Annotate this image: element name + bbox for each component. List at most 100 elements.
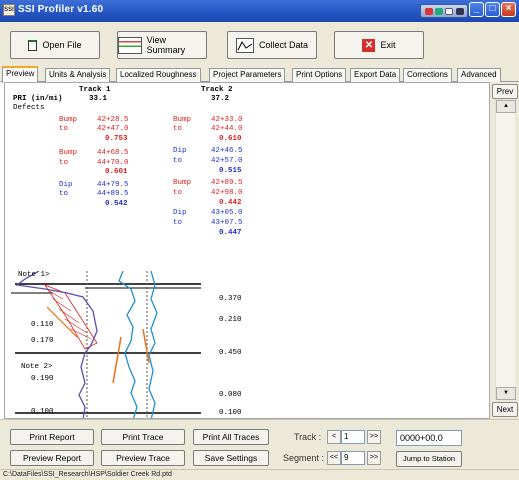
title-bar: SSI SSI Profiler v1.60 _ □ × (0, 0, 519, 22)
minimize-button[interactable]: _ (469, 2, 484, 17)
window-title: SSI Profiler v1.60 (18, 4, 104, 15)
t2-defect-1-from: 42+33.0 (211, 116, 243, 124)
track-prev-button[interactable]: < (327, 430, 341, 444)
t1-defect-2-to-label: to (59, 159, 69, 167)
track2-header: Track 2 (201, 86, 233, 94)
next-button[interactable]: Next (492, 402, 518, 417)
prev-button[interactable]: Prev (492, 84, 518, 99)
exit-button[interactable]: ✕ Exit (334, 31, 424, 59)
tab-print-options[interactable]: Print Options (292, 68, 347, 82)
t2-defect-2-to-label: to (173, 157, 183, 165)
t2-defect-4-from: 43+05.0 (211, 209, 243, 217)
t2-defect-4-to: 43+07.5 (211, 219, 243, 227)
tab-advanced[interactable]: Advanced (457, 68, 501, 82)
tray-green-icon (435, 8, 443, 15)
t1-defect-2-from: 44+68.5 (97, 149, 129, 157)
tab-localized-roughness[interactable]: Localized Roughness (116, 68, 201, 82)
t1-defect-3-to-label: to (59, 190, 69, 198)
track-input[interactable]: 1 (341, 430, 365, 444)
segment-next-button[interactable]: >> (367, 451, 381, 465)
jump-to-station-button[interactable]: Jump to Station (396, 451, 462, 467)
tab-corrections[interactable]: Corrections (403, 68, 452, 82)
t2-defect-3-type: Bump (173, 179, 192, 187)
scroll-up-arrow-icon[interactable]: ▲ (496, 100, 516, 113)
report-preview: Track 1 Track 2 PRI (in/mi) 33.1 37.2 De… (4, 82, 490, 419)
track2-profile-line-b (148, 271, 158, 418)
t1-defect-2-to: 44+70.0 (97, 159, 129, 167)
save-settings-button[interactable]: Save Settings (193, 450, 269, 466)
app-icon: SSI (3, 4, 15, 16)
open-file-button[interactable]: Open File (10, 31, 100, 59)
t2-defect-4-value: 0.447 (219, 229, 242, 237)
t2-defect-2-value: 0.515 (219, 167, 242, 175)
open-file-label: Open File (42, 40, 82, 50)
t2-defect-2-to: 42+57.0 (211, 157, 243, 165)
tray-dark-icon (456, 8, 464, 15)
print-all-traces-button[interactable]: Print All Traces (193, 429, 269, 445)
t2-defect-3-value: 0.442 (219, 199, 242, 207)
tab-units-analysis[interactable]: Units & Analysis (45, 68, 111, 82)
t1-defect-3-type: Dip (59, 181, 73, 189)
tab-preview[interactable]: Preview (2, 66, 39, 83)
right-value-4: 0.080 (219, 391, 242, 399)
left-value-1: 0.110 (31, 321, 54, 329)
defect-marker-2 (142, 328, 150, 364)
tab-project-parameters[interactable]: Project Parameters (209, 68, 286, 82)
left-value-3: 0.190 (31, 375, 54, 383)
tray-red-icon (425, 8, 433, 15)
maximize-button[interactable]: □ (485, 2, 500, 17)
preview-report-button[interactable]: Preview Report (10, 450, 94, 466)
preview-trace-button[interactable]: Preview Trace (101, 450, 185, 466)
segment-prev-button[interactable]: << (327, 451, 341, 465)
segment-label: Segment : (283, 453, 325, 463)
t2-defect-4-to-label: to (173, 219, 183, 227)
t1-defect-1-to: 42+47.0 (97, 125, 129, 133)
open-file-icon (28, 39, 38, 51)
defect-marker-1 (112, 336, 122, 384)
profile-trace-plot (11, 271, 201, 418)
t1-defect-3-to: 44+89.5 (97, 190, 129, 198)
t2-defect-1-value: 0.610 (219, 135, 242, 143)
note-1-label: Note 1> (18, 271, 50, 279)
t2-defect-3-to: 42+98.0 (211, 189, 243, 197)
t2-defect-3-from: 42+89.5 (211, 179, 243, 187)
station-input[interactable]: 0000+00.0 (396, 430, 462, 446)
main-toolbar: Open File View Summary Collect Data ✕ Ex… (0, 22, 519, 66)
right-value-2: 0.210 (219, 316, 242, 324)
t1-defect-3-from: 44+79.5 (97, 181, 129, 189)
print-report-button[interactable]: Print Report (10, 429, 94, 445)
track1-pri: 33.1 (89, 95, 108, 103)
t1-defect-2-value: 0.601 (105, 168, 128, 176)
vertical-scrollbar[interactable]: ▲ ▼ (495, 100, 516, 400)
view-summary-button[interactable]: View Summary (117, 31, 207, 59)
exit-label: Exit (380, 40, 396, 50)
track-next-button[interactable]: >> (367, 430, 381, 444)
t2-defect-1-type: Bump (173, 116, 192, 124)
tray-window-icon (445, 8, 453, 15)
page-nav-panel: Prev ▲ ▼ Next (490, 82, 519, 419)
note-2-label: Note 2> (21, 363, 53, 371)
bottom-controls: Print Report Print Trace Print All Trace… (0, 419, 519, 469)
left-value-4: 0.100 (31, 408, 54, 416)
t2-defect-4-type: Dip (173, 209, 187, 217)
right-value-5: 0.100 (219, 409, 242, 417)
summary-chart-icon (118, 36, 142, 54)
print-trace-button[interactable]: Print Trace (101, 429, 185, 445)
view-summary-label: View Summary (146, 35, 186, 55)
close-button[interactable]: × (501, 2, 516, 17)
scroll-down-arrow-icon[interactable]: ▼ (496, 387, 516, 400)
status-bar: C:\DataFiles\SSI_Research\HSP\Soldier Cr… (0, 469, 519, 480)
right-value-3: 0.450 (219, 349, 242, 357)
exit-icon: ✕ (362, 38, 376, 52)
tray-icons (420, 4, 468, 18)
t1-defect-3-value: 0.542 (105, 200, 128, 208)
defects-label: Defects (13, 104, 45, 112)
collect-wave-icon (235, 37, 254, 53)
collect-data-button[interactable]: Collect Data (227, 31, 317, 59)
tab-export-data[interactable]: Export Data (350, 68, 401, 82)
left-value-2: 0.170 (31, 337, 54, 345)
track-label: Track : (294, 432, 322, 442)
segment-input[interactable]: 9 (341, 451, 365, 465)
track2-pri: 37.2 (211, 95, 230, 103)
t2-defect-1-to-label: to (173, 125, 183, 133)
